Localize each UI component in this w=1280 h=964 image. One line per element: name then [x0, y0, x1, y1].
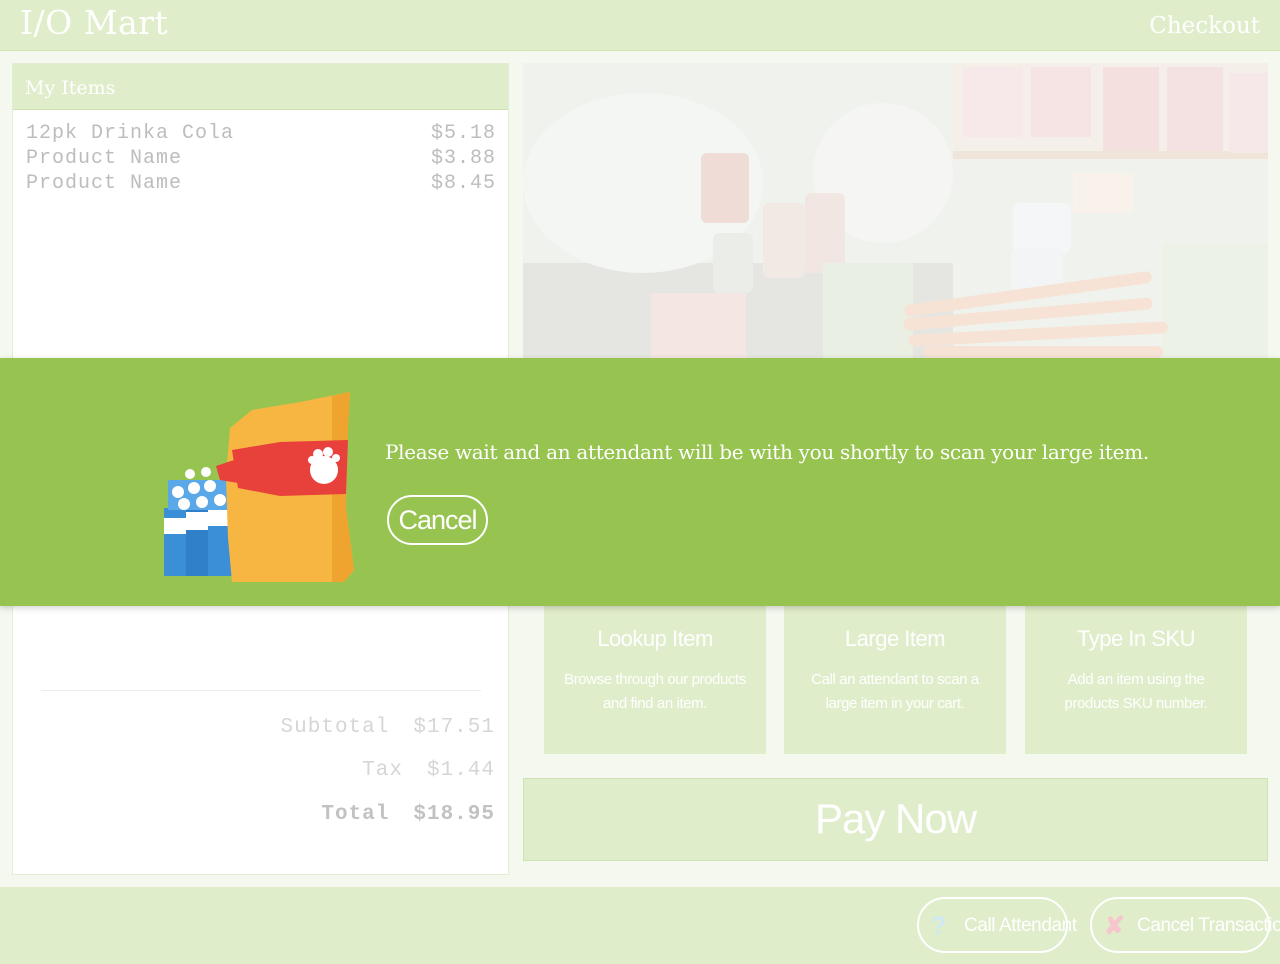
my-items-title: My Items [25, 77, 116, 99]
type-in-sku-title: Type In SKU [1076, 626, 1196, 651]
line-item-price: $5.18 [430, 122, 496, 145]
large-item-title: Large Item [844, 626, 946, 651]
water-bottles-icon [164, 467, 234, 576]
footer-bar: ? Call Attendant ✘ Cancel Transaction [0, 887, 1280, 964]
groceries-photo-image [523, 63, 1268, 363]
line-item-name: 12pk Drinka Cola [26, 122, 235, 145]
large-item-card[interactable]: Large Item Call an attendant to scan a l… [784, 602, 1006, 754]
line-item-price: $3.88 [430, 147, 496, 170]
pay-now-label: Pay Now [814, 795, 977, 842]
subtotal-value: $17.51 [413, 716, 495, 739]
totals-divider [41, 690, 481, 691]
line-item-name: Product Name [26, 147, 183, 170]
lookup-item-desc: Browse through our products and find an … [564, 671, 746, 712]
total-value: $18.95 [413, 803, 495, 826]
lookup-item-title: Lookup Item [597, 626, 713, 651]
app-title: I/O Mart [20, 3, 169, 42]
groceries-photo [523, 63, 1268, 363]
call-attendant-button[interactable]: ? Call Attendant [917, 897, 1077, 953]
tax-value: $1.44 [426, 759, 495, 782]
call-attendant-label: Call Attendant [964, 915, 1077, 936]
modal-message: Please wait and an attendant will be wit… [385, 440, 1149, 464]
large-item-illustration [160, 388, 356, 584]
close-icon: ✘ [1104, 912, 1125, 940]
checkout-link[interactable]: Checkout [1149, 13, 1260, 39]
type-in-sku-desc: Add an item using the products SKU numbe… [1064, 671, 1208, 712]
question-icon: ? [931, 912, 946, 940]
pet-food-bag-icon [216, 392, 354, 582]
large-item-illustration-image [164, 392, 354, 582]
large-item-modal: Please wait and an attendant will be wit… [0, 358, 1280, 606]
subtotal-row: Subtotal $17.51 [281, 716, 495, 739]
line-item[interactable]: Product Name $3.88 [26, 147, 496, 172]
subtotal-label: Subtotal [280, 716, 390, 739]
line-item-name: Product Name [26, 172, 183, 195]
type-in-sku-card[interactable]: Type In SKU Add an item using the produc… [1025, 602, 1247, 754]
cancel-transaction-button[interactable]: ✘ Cancel Transaction [1090, 897, 1280, 953]
total-label: Total [321, 803, 390, 826]
tax-row: Tax $1.44 [362, 759, 495, 782]
line-item[interactable]: 12pk Drinka Cola $5.18 [26, 122, 496, 147]
total-row: Total $18.95 [321, 803, 495, 826]
line-item[interactable]: Product Name $8.45 [26, 172, 496, 197]
pay-now-button[interactable]: Pay Now [523, 778, 1268, 861]
my-items-header: My Items [13, 64, 508, 110]
modal-cancel-button[interactable]: Cancel [387, 495, 488, 545]
lookup-item-card[interactable]: Lookup Item Browse through our products … [544, 602, 766, 754]
app-header: I/O Mart Checkout [0, 0, 1280, 51]
tax-label: Tax [362, 759, 403, 782]
cancel-transaction-label: Cancel Transaction [1137, 915, 1280, 936]
line-item-price: $8.45 [430, 172, 496, 195]
large-item-desc: Call an attendant to scan a large item i… [811, 671, 979, 712]
